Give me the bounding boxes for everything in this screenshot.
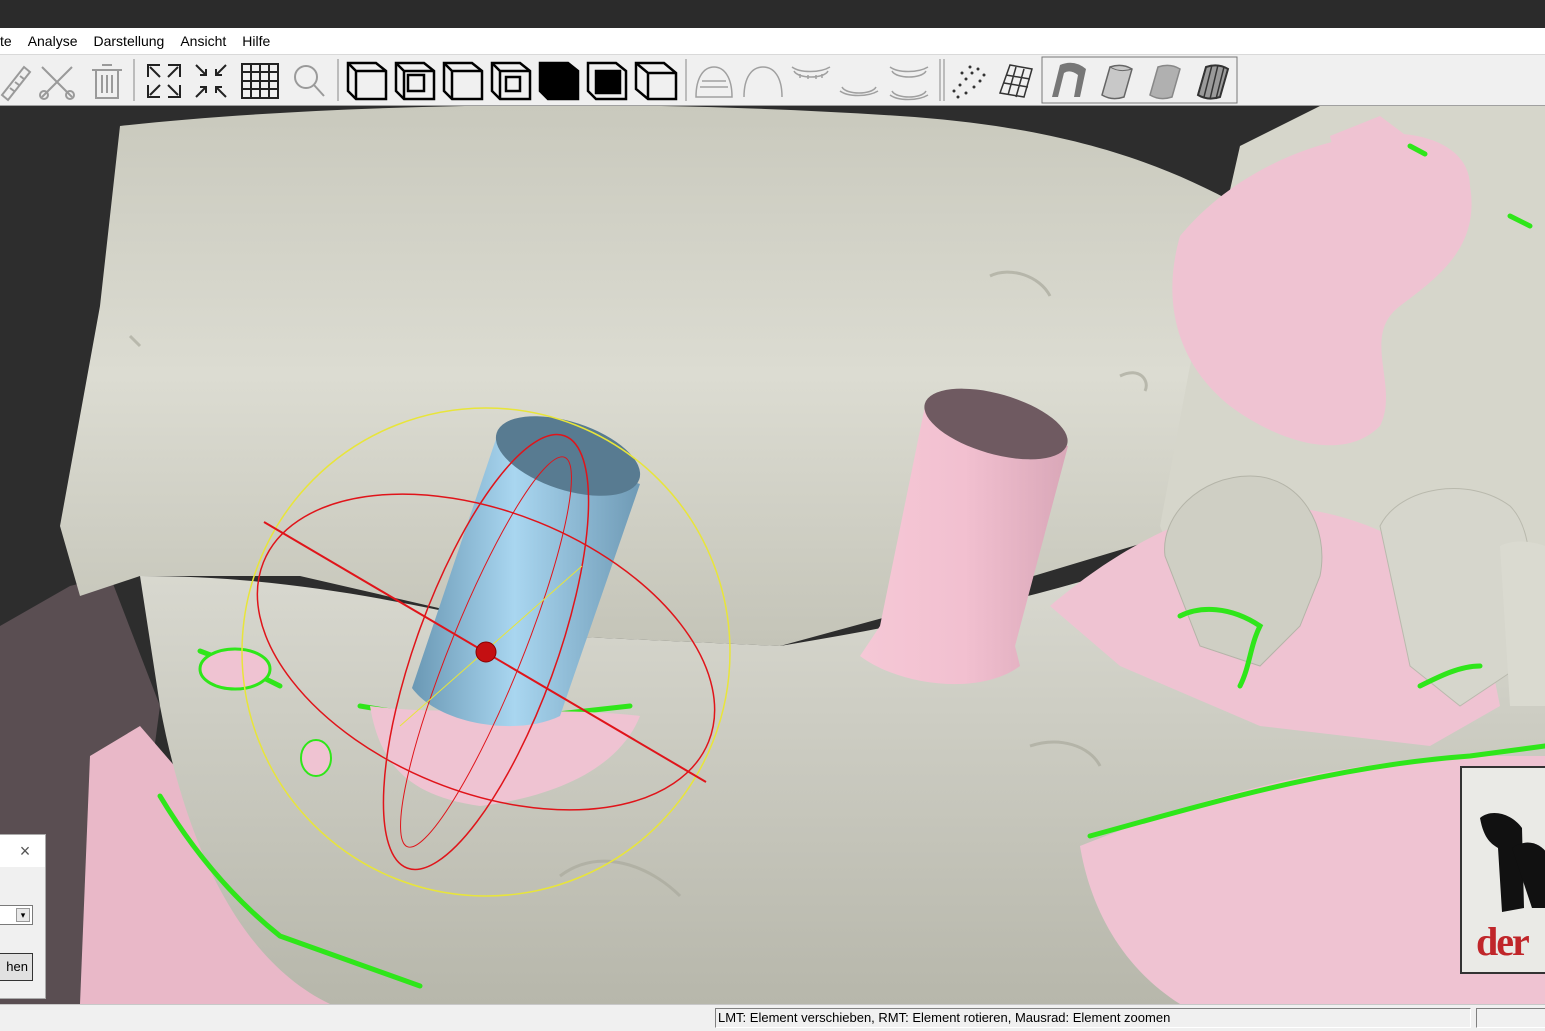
pointcloud-icon[interactable] [952, 65, 986, 99]
status-bar: LMT: Element verschieben, RMT: Element r… [0, 1004, 1545, 1031]
cylinder-wire-icon[interactable] [1196, 64, 1230, 100]
logo-text: der [1476, 919, 1530, 964]
menu-bar: te Analyse Darstellung Ansicht Hilfe [0, 28, 1545, 55]
view-back-icon[interactable] [394, 61, 436, 101]
menu-item-darstellung[interactable]: Darstellung [86, 28, 173, 54]
cylinder-shaded-icon[interactable] [1149, 64, 1181, 100]
cut-icon[interactable] [39, 66, 75, 100]
dialog-header: × [0, 835, 45, 867]
teeth-both-icon[interactable] [889, 66, 929, 101]
3d-viewport[interactable] [0, 106, 1545, 1004]
toolbar [0, 55, 1545, 106]
close-icon[interactable]: × [15, 841, 35, 861]
magnifier-icon[interactable] [294, 65, 325, 97]
gingiva-hole-2 [300, 739, 332, 777]
dialog-dropdown[interactable]: ▾ [0, 905, 33, 925]
view-front-icon[interactable] [346, 61, 388, 101]
measure-ruler-icon[interactable] [0, 65, 32, 102]
arch-icon[interactable] [743, 66, 783, 98]
grid-icon[interactable] [241, 63, 279, 99]
cylinder-icon[interactable] [1101, 64, 1133, 100]
teeth-lower-icon[interactable] [839, 86, 879, 97]
abutment-icon[interactable] [1052, 62, 1086, 97]
menu-item-analyse[interactable]: Analyse [20, 28, 86, 54]
view-right-icon[interactable] [490, 61, 532, 101]
side-dialog: × ▾ hen [0, 834, 46, 999]
view-top-icon[interactable] [538, 61, 580, 101]
logo-graphic [1480, 813, 1545, 912]
status-hint-text: LMT: Element verschieben, RMT: Element r… [715, 1008, 1471, 1028]
gizmo-center-handle[interactable] [475, 641, 497, 663]
menu-item-ansicht[interactable]: Ansicht [172, 28, 234, 54]
zoom-in-icon[interactable] [195, 64, 227, 98]
delete-trash-icon[interactable] [92, 64, 122, 99]
chevron-down-icon[interactable]: ▾ [16, 908, 30, 922]
jaw-upper-icon[interactable] [695, 66, 733, 98]
view-left-icon[interactable] [442, 61, 484, 101]
teeth-upper-icon[interactable] [791, 66, 831, 79]
wireframe-cylinder-icon[interactable] [998, 64, 1033, 98]
logo-overlay: der [1460, 766, 1545, 974]
title-bar [0, 0, 1545, 28]
status-pane-secondary [1476, 1008, 1545, 1028]
dialog-action-button[interactable]: hen [0, 953, 33, 981]
gingiva-hole-1 [198, 647, 272, 691]
view-iso-icon[interactable] [634, 61, 678, 101]
view-bottom-icon[interactable] [586, 61, 628, 101]
menu-item-hilfe[interactable]: Hilfe [234, 28, 278, 54]
zoom-extents-icon[interactable] [147, 64, 181, 98]
menu-item-te[interactable]: te [0, 28, 20, 54]
